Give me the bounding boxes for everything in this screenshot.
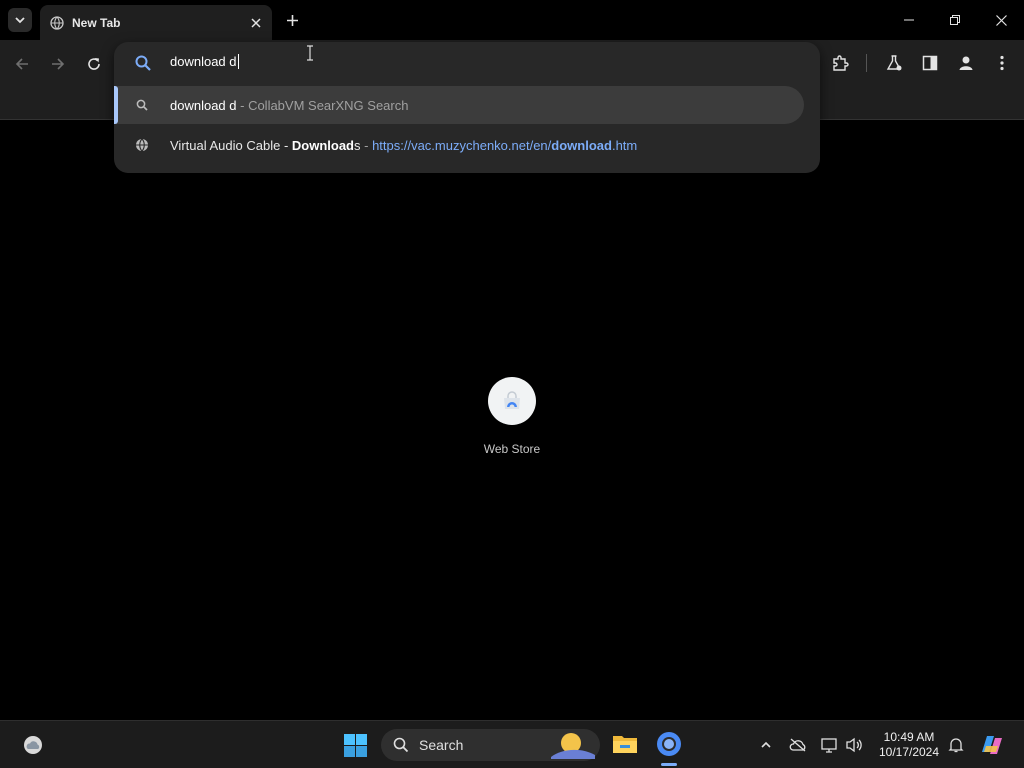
avatar-icon — [959, 56, 973, 70]
close-window-button[interactable] — [978, 6, 1024, 34]
search-icon — [135, 55, 151, 71]
plus-icon — [286, 14, 298, 26]
taskbar-browser[interactable] — [656, 731, 682, 757]
chevron-up-icon — [761, 741, 771, 748]
cloud-sync-tray[interactable] — [786, 733, 810, 757]
taskbar-file-explorer[interactable] — [612, 731, 638, 757]
tab-title: New Tab — [72, 15, 121, 30]
text-cursor-icon — [307, 45, 313, 61]
extensions-button[interactable] — [828, 51, 852, 75]
restore-button[interactable] — [932, 6, 978, 34]
search-icon — [134, 97, 150, 113]
arrow-right-icon — [52, 58, 65, 70]
browser-icon — [657, 732, 681, 756]
suggestion-url-prefix: https://vac.muzychenko.net/en/ — [372, 137, 552, 153]
folder-icon — [613, 736, 637, 753]
globe-icon — [50, 15, 64, 30]
tab-close-button[interactable] — [246, 13, 266, 33]
reload-button[interactable] — [82, 52, 106, 76]
shortcut-label: Web Store — [483, 442, 541, 456]
suggestion-history[interactable]: Virtual Audio Cable - Downloads - https:… — [114, 126, 804, 164]
side-panel-button[interactable] — [918, 51, 942, 75]
web-store-icon — [504, 391, 520, 409]
suggestion-title-bold: Download — [291, 137, 354, 153]
notifications-button[interactable] — [944, 733, 968, 757]
back-button[interactable] — [10, 52, 34, 76]
new-tab-button[interactable] — [282, 10, 302, 30]
suggestion-source: CollabVM SearXNG Search — [248, 97, 409, 113]
minimize-icon — [904, 19, 914, 21]
running-indicator — [661, 763, 677, 766]
close-icon — [995, 14, 1007, 26]
suggestion-separator: - — [360, 137, 373, 153]
shortcut-web-store[interactable] — [488, 377, 536, 425]
flask-icon — [886, 55, 902, 71]
clock-time: 10:49 AM — [883, 730, 935, 744]
puzzle-icon — [833, 55, 849, 71]
arrow-left-icon — [15, 58, 28, 70]
taskbar-search-label: Search — [419, 737, 464, 753]
minimize-button[interactable] — [886, 6, 932, 34]
show-hidden-icons-button[interactable] — [754, 733, 778, 757]
bell-icon — [948, 738, 964, 753]
forward-button[interactable] — [46, 52, 70, 76]
close-icon — [251, 17, 261, 28]
clock-date: 10/17/2024 — [878, 745, 940, 759]
tab-search-button[interactable] — [8, 8, 32, 32]
suggestion-url-bold: download — [551, 137, 612, 153]
speaker-icon — [846, 737, 862, 753]
weather-widget[interactable] — [20, 732, 46, 758]
suggestion-title-prefix: Virtual Audio Cable - — [170, 137, 292, 153]
tab-new-tab[interactable]: New Tab — [40, 5, 272, 40]
taskbar-clock[interactable]: 10:49 AM 10/17/2024 — [872, 730, 946, 760]
network-tray[interactable] — [818, 733, 842, 757]
suggestion-search[interactable]: download d - CollabVM SearXNG Search — [114, 86, 804, 124]
suggestion-separator: - — [236, 97, 249, 113]
omnibox-popup: download d download d - CollabVM SearXNG… — [114, 42, 820, 173]
suggestion-query: download d — [170, 97, 237, 113]
start-button[interactable] — [343, 733, 368, 758]
search-highlight-icon — [551, 733, 595, 759]
suggestion-url-suffix: .htm — [611, 137, 638, 153]
text-caret — [237, 54, 239, 69]
reload-icon — [88, 58, 100, 70]
weather-cloud-icon — [24, 736, 42, 754]
windows-logo-icon — [344, 734, 367, 757]
globe-icon — [134, 137, 150, 153]
profile-button[interactable] — [954, 51, 978, 75]
search-icon — [393, 737, 409, 753]
omnibox-input[interactable]: download d — [170, 54, 239, 69]
taskbar: Search 10:49 AM 10/17/2024 — [0, 720, 1024, 768]
side-panel-icon — [922, 55, 938, 71]
suggestion-history-text: Virtual Audio Cable - Downloads - https:… — [170, 138, 637, 153]
labs-button[interactable] — [882, 51, 906, 75]
volume-tray[interactable] — [842, 733, 866, 757]
tab-strip: New Tab — [0, 0, 1024, 40]
restore-icon — [950, 15, 960, 25]
copilot-button[interactable] — [978, 732, 1006, 758]
toolbar-divider — [866, 54, 867, 72]
suggestion-search-text: download d - CollabVM SearXNG Search — [170, 98, 408, 113]
menu-button[interactable] — [990, 51, 1014, 75]
copilot-icon — [982, 736, 1002, 754]
network-icon — [821, 738, 837, 753]
taskbar-search[interactable]: Search — [381, 729, 600, 761]
cloud-off-icon — [789, 738, 806, 752]
chevron-down-icon — [15, 17, 25, 24]
kebab-menu-icon — [1000, 55, 1004, 71]
omnibox-input-text: download d — [170, 54, 237, 69]
